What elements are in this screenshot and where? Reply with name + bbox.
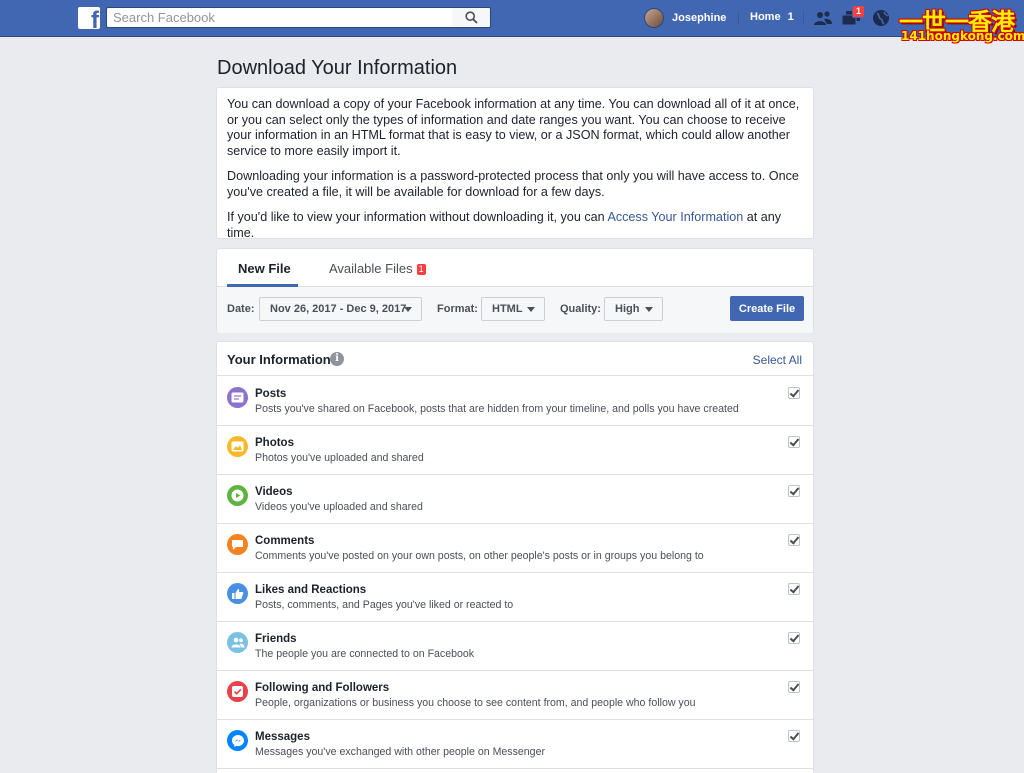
section-title: Your Information (227, 352, 331, 367)
intro-paragraph-1: You can download a copy of your Facebook… (227, 97, 800, 158)
list-item-posts[interactable]: Posts Posts you've shared on Facebook, p… (217, 377, 813, 426)
friends-icon (227, 632, 248, 653)
chevron-down-icon (404, 307, 412, 312)
likes-icon (227, 583, 248, 604)
item-description: Photos you've uploaded and shared (255, 452, 424, 464)
quality-dropdown[interactable]: High (604, 297, 663, 321)
intro-card: You can download a copy of your Facebook… (216, 87, 814, 241)
date-range-dropdown[interactable]: Nov 26, 2017 - Dec 9, 2017 (259, 297, 422, 321)
item-title: Comments (255, 535, 315, 547)
home-count: 1 (787, 11, 794, 23)
avatar (644, 8, 664, 28)
item-description: Videos you've uploaded and shared (255, 501, 423, 513)
item-checkbox[interactable] (788, 485, 800, 497)
page-title: Download Your Information (217, 57, 458, 79)
intro-text-before-link: If you'd like to view your information w… (227, 210, 608, 224)
home-link[interactable]: Home 1 (750, 11, 794, 23)
following-icon (227, 681, 248, 702)
item-title: Videos (255, 486, 293, 498)
item-title: Photos (255, 437, 294, 449)
item-checkbox[interactable] (788, 681, 800, 693)
videos-icon (227, 485, 248, 506)
item-title: Posts (255, 388, 287, 400)
item-checkbox[interactable] (788, 632, 800, 644)
tab-new-file-label: New File (238, 261, 291, 276)
list-item-videos[interactable]: Videos Videos you've uploaded and shared (217, 475, 813, 524)
messages-badge: 1 (851, 5, 865, 18)
item-title: Friends (255, 633, 297, 645)
divider (738, 11, 739, 25)
item-checkbox[interactable] (788, 387, 800, 399)
messages-icon (227, 730, 248, 751)
profile-link[interactable]: Josephine (644, 7, 726, 29)
item-title: Likes and Reactions (255, 584, 367, 596)
watermark-logo: 一世一香港 141hongkong.com (899, 2, 1024, 44)
quality-value: High (615, 303, 640, 315)
search-input[interactable] (106, 7, 452, 28)
watermark-url: 141hongkong.com (901, 29, 1024, 43)
search-button[interactable] (452, 7, 491, 28)
photos-icon (227, 436, 248, 457)
available-files-count-badge: 1 (416, 264, 426, 275)
list-item-photos[interactable]: Photos Photos you've uploaded and shared (217, 426, 813, 475)
item-title: Messages (255, 731, 310, 743)
list-item-messages[interactable]: Messages Messages you've exchanged with … (217, 720, 813, 769)
item-checkbox[interactable] (788, 730, 800, 742)
intro-paragraph-3: If you'd like to view your information w… (227, 210, 803, 241)
friend-requests-icon[interactable] (812, 8, 834, 28)
home-label: Home (750, 11, 781, 23)
item-title: Following and Followers (255, 682, 390, 694)
quality-label: Quality: (560, 303, 601, 315)
tab-bar: New File Available Files 1 (217, 249, 813, 287)
info-header: Your Information i Select All (217, 342, 813, 376)
facebook-logo-icon[interactable]: f (78, 7, 100, 29)
comments-icon (227, 534, 248, 555)
intro-paragraph-2: Downloading your information is a passwo… (227, 169, 799, 199)
messages-icon[interactable]: 1 (840, 5, 865, 28)
item-checkbox[interactable] (788, 583, 800, 595)
item-description: The people you are connected to on Faceb… (255, 648, 475, 660)
chevron-down-icon (645, 307, 653, 312)
list-item-likes-and-reactions[interactable]: Likes and Reactions Posts, comments, and… (217, 573, 813, 622)
format-label: Format: (437, 303, 478, 315)
item-description: People, organizations or business you ch… (255, 697, 696, 709)
date-label: Date: (227, 303, 255, 315)
search-icon (464, 11, 478, 24)
tab-available-files[interactable]: Available Files 1 (329, 261, 426, 287)
format-value: HTML (492, 303, 523, 315)
file-options-card: New File Available Files 1 Date: Nov 26, … (216, 248, 814, 333)
chevron-down-icon (527, 307, 535, 312)
item-description: Comments you've posted on your own posts… (255, 550, 704, 562)
filter-bar: Date: Nov 26, 2017 - Dec 9, 2017 Format:… (217, 287, 813, 333)
create-file-button[interactable]: Create File (730, 296, 804, 321)
list-item-friends[interactable]: Friends The people you are connected to … (217, 622, 813, 671)
item-description: Messages you've exchanged with other peo… (255, 746, 545, 758)
item-description: Posts you've shared on Facebook, posts t… (255, 403, 739, 415)
item-checkbox[interactable] (788, 436, 800, 448)
format-dropdown[interactable]: HTML (481, 297, 545, 321)
posts-icon (227, 387, 248, 408)
tab-available-files-label: Available Files (329, 261, 413, 276)
access-your-information-link[interactable]: Access Your Information (607, 210, 743, 224)
date-range-value: Nov 26, 2017 - Dec 9, 2017 (270, 303, 407, 315)
globe-icon[interactable] (870, 8, 892, 28)
your-information-card: Your Information i Select All Posts Post… (216, 341, 814, 773)
top-navigation-bar: f Josephine Home 1 1 (0, 0, 1024, 43)
tab-new-file[interactable]: New File (227, 261, 298, 287)
list-item-comments[interactable]: Comments Comments you've posted on your … (217, 524, 813, 573)
item-description: Posts, comments, and Pages you've liked … (255, 599, 514, 611)
divider (803, 11, 804, 25)
item-checkbox[interactable] (788, 534, 800, 546)
select-all-link[interactable]: Select All (753, 353, 802, 367)
profile-name: Josephine (672, 12, 727, 24)
info-icon[interactable]: i (330, 352, 344, 366)
list-item-following-and-followers[interactable]: Following and Followers People, organiza… (217, 671, 813, 720)
